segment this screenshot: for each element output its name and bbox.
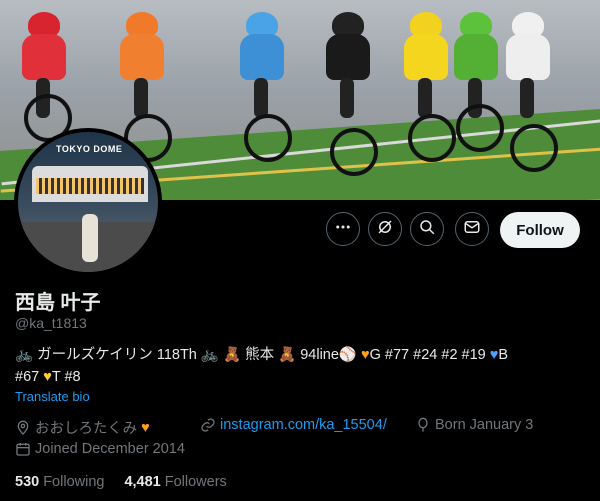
profile-location: おおしろたくみ ♥: [15, 417, 150, 438]
bio-text-girls-keirin: ガールズケイリン 118Th: [37, 347, 197, 363]
follow-button[interactable]: Follow: [500, 212, 580, 248]
cyclist-white: [498, 8, 558, 172]
website-link[interactable]: instagram.com/ka_15504/: [220, 417, 387, 433]
following-label: Following: [43, 474, 105, 490]
followers-link[interactable]: 4,481 Followers: [124, 474, 226, 490]
bear-emoji-icon: 🧸: [223, 347, 242, 363]
search-icon: [418, 218, 436, 241]
bio-text-g-numbers: G #77 #24 #2 #19: [369, 347, 486, 363]
avatar-person: [82, 214, 98, 262]
cyclist-black: [318, 8, 378, 176]
message-button[interactable]: [455, 212, 489, 246]
bicycle-emoji-icon: 🚲: [15, 347, 34, 363]
profile-joined: Joined December 2014: [15, 441, 185, 457]
user-handle: @ka_t1813: [15, 315, 87, 331]
follow-stats: 530 Following 4,481 Followers: [15, 474, 227, 490]
bio-text-94line: 94line: [300, 347, 339, 363]
profile-bio: 🚲 ガールズケイリン 118Th 🚲 🧸 熊本 🧸 94line⚾ ♥G #77…: [15, 344, 585, 388]
location-text: おおしろたくみ: [35, 421, 138, 437]
profile-birthday: Born January 3: [415, 417, 533, 433]
location-icon: [15, 420, 31, 436]
cyclist-green: [446, 8, 506, 158]
balloon-icon: [415, 417, 431, 433]
search-button[interactable]: [410, 212, 444, 246]
followers-label: Followers: [164, 474, 227, 490]
following-count: 530: [15, 474, 40, 490]
followers-count: 4,481: [124, 474, 161, 490]
bio-text-kumamoto: 熊本: [245, 347, 275, 363]
grok-icon: [376, 218, 394, 241]
baseball-emoji-icon: ⚾: [338, 347, 357, 363]
grok-button[interactable]: [368, 212, 402, 246]
profile-avatar[interactable]: TOKYO DOME: [14, 128, 162, 276]
bio-text-67: #67: [15, 369, 40, 385]
orange-heart-icon: ♥: [361, 347, 370, 363]
birthday-text: Born January 3: [435, 417, 534, 433]
bio-text-b: B: [498, 347, 509, 363]
yellow-heart-icon: ♥: [43, 369, 52, 385]
more-button[interactable]: [326, 212, 360, 246]
cyclist-blue: [232, 8, 292, 162]
following-link[interactable]: 530 Following: [15, 474, 104, 490]
joined-text: Joined December 2014: [35, 441, 185, 457]
translate-bio-link[interactable]: Translate bio: [15, 389, 90, 404]
bio-text-t8: T #8: [51, 369, 81, 385]
more-icon: [334, 218, 352, 241]
link-icon: [200, 417, 216, 433]
profile-website[interactable]: instagram.com/ka_15504/: [200, 417, 387, 433]
orange-heart-icon: ♥: [141, 419, 150, 436]
display-name: 西島 叶子: [15, 292, 101, 314]
bear-emoji-icon: 🧸: [278, 347, 297, 363]
bicycle-emoji-icon: 🚲: [200, 347, 219, 363]
calendar-icon: [15, 441, 31, 457]
message-icon: [463, 218, 481, 241]
avatar-dome-label: TOKYO DOME: [56, 144, 123, 154]
